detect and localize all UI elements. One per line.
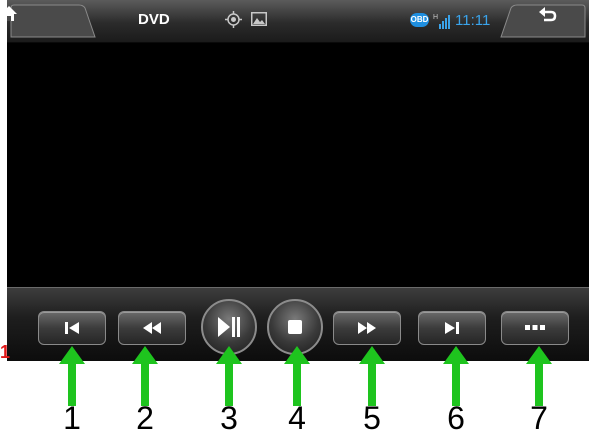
corner-mark: 1 [0, 342, 11, 362]
fast-forward-button[interactable] [333, 311, 401, 345]
fast-forward-icon [358, 322, 376, 334]
annotation-arrow-7 [526, 346, 552, 406]
rewind-button[interactable] [118, 311, 186, 345]
clock: 11:11 [455, 12, 491, 29]
previous-track-icon [65, 322, 79, 334]
annotation-label-7: 7 [530, 400, 548, 436]
annotation-label-6: 6 [447, 400, 465, 436]
annotation-arrow-6 [443, 346, 469, 406]
page-title: DVD [138, 11, 170, 28]
photo-icon [251, 12, 267, 26]
more-icon [525, 325, 545, 330]
play-pause-icon [218, 317, 240, 337]
obd-icon: OBD [410, 13, 429, 27]
annotation-label-4: 4 [288, 400, 306, 436]
annotation-arrow-3 [216, 346, 242, 406]
signal-label: H [433, 14, 438, 21]
gps-icon [225, 11, 242, 28]
back-icon [539, 7, 557, 22]
next-track-button[interactable] [418, 311, 486, 345]
annotation-arrow-4 [284, 346, 310, 406]
annotation-label-1: 1 [63, 400, 81, 436]
rewind-icon [143, 322, 161, 334]
dvd-player-screen: DVD OBD H 11:11 [7, 0, 589, 361]
annotation-arrow-2 [132, 346, 158, 406]
video-display[interactable] [7, 43, 589, 286]
stop-icon [288, 320, 302, 334]
home-button-shape [10, 4, 96, 38]
signal-icon: H [433, 14, 450, 29]
home-icon [7, 6, 17, 21]
annotation-arrow-5 [359, 346, 385, 406]
previous-track-button[interactable] [38, 311, 106, 345]
annotation-label-2: 2 [136, 400, 154, 436]
annotation-label-5: 5 [363, 400, 381, 436]
back-button[interactable] [499, 4, 587, 38]
home-button[interactable] [7, 4, 97, 38]
annotation-arrow-1 [59, 346, 85, 406]
top-bar: DVD OBD H 11:11 [7, 0, 589, 43]
annotation-label-3: 3 [220, 400, 238, 436]
next-track-icon [445, 322, 459, 334]
more-button[interactable] [501, 311, 569, 345]
